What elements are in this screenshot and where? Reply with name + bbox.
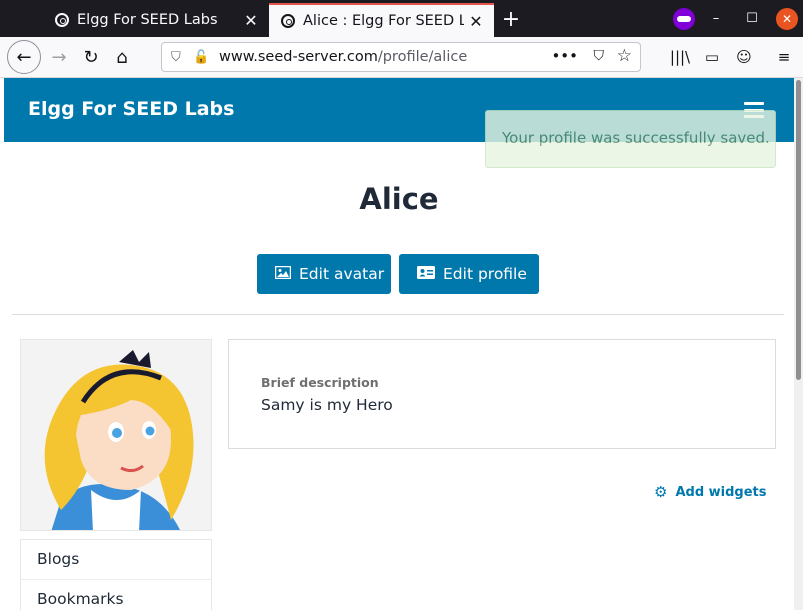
tab-alice-profile[interactable]: Alice : Elgg For SEED Labs ✕ xyxy=(269,3,494,37)
back-button[interactable]: ← xyxy=(7,40,41,74)
edit-profile-label: Edit profile xyxy=(443,265,527,283)
app-menu-icon[interactable]: ≡ xyxy=(774,47,794,67)
tab-title: Alice : Elgg For SEED Labs xyxy=(303,13,464,29)
alice-avatar-image xyxy=(21,340,211,530)
edit-avatar-button[interactable]: Edit avatar xyxy=(257,254,391,294)
url-path: /profile/alice xyxy=(377,49,468,65)
pocket-icon[interactable]: ⛉ xyxy=(594,48,605,64)
account-icon[interactable]: ☺ xyxy=(734,47,754,67)
gear-icon: ⚙ xyxy=(654,483,668,501)
page-actions-icon[interactable]: ••• xyxy=(551,47,578,65)
tab-close-icon[interactable]: ✕ xyxy=(239,11,263,30)
divider xyxy=(12,314,784,315)
edit-avatar-label: Edit avatar xyxy=(299,265,385,283)
url-host: www.seed-server.com xyxy=(219,49,378,65)
home-button[interactable]: ⌂ xyxy=(106,41,138,73)
window-close-button[interactable]: ✕ xyxy=(776,8,798,30)
web-page: Elgg For SEED Labs Your profile was succ… xyxy=(4,78,794,610)
private-browsing-icon xyxy=(673,8,695,30)
id-card-icon xyxy=(417,265,435,283)
site-title[interactable]: Elgg For SEED Labs xyxy=(28,98,234,120)
tab-close-icon[interactable]: ✕ xyxy=(464,12,488,31)
profile-details: Brief description Samy is my Hero xyxy=(228,339,776,449)
minimize-button[interactable]: – xyxy=(705,8,727,30)
menu-item-blogs[interactable]: Blogs xyxy=(21,540,211,580)
elgg-favicon-icon xyxy=(55,13,69,27)
url-text: www.seed-server.com/profile/alice xyxy=(219,49,467,65)
add-widgets-label: Add widgets xyxy=(675,484,767,500)
brief-description-label: Brief description xyxy=(261,375,379,390)
url-bar[interactable]: ⛉ 🔓 www.seed-server.com/profile/alice ••… xyxy=(161,42,641,72)
profile-avatar[interactable] xyxy=(20,339,212,531)
image-icon xyxy=(274,265,292,283)
add-widgets-link[interactable]: ⚙ Add widgets xyxy=(654,483,767,501)
sidebar-icon[interactable]: ▭ xyxy=(702,47,722,67)
edit-profile-button[interactable]: Edit profile xyxy=(399,254,539,294)
scrollbar-thumb[interactable] xyxy=(796,80,801,380)
forward-button[interactable]: → xyxy=(43,41,75,73)
reload-button[interactable]: ↻ xyxy=(75,41,107,73)
bookmark-star-icon[interactable]: ☆ xyxy=(617,46,632,66)
tracking-protection-shield-icon[interactable]: ⛉ xyxy=(171,50,187,65)
menu-item-bookmarks[interactable]: Bookmarks xyxy=(21,580,211,610)
tab-title: Elgg For SEED Labs xyxy=(77,12,218,28)
profile-name: Alice xyxy=(359,182,439,216)
tab-strip: Elgg For SEED Labs ✕ Alice : Elgg For SE… xyxy=(0,0,803,37)
insecure-connection-icon[interactable]: 🔓 xyxy=(193,50,211,65)
owner-menu: Blogs Bookmarks xyxy=(20,539,212,610)
new-tab-button[interactable]: + xyxy=(499,6,523,34)
success-message[interactable]: Your profile was successfully saved. xyxy=(485,110,776,168)
brief-description-value: Samy is my Hero xyxy=(261,396,393,414)
elgg-favicon-icon xyxy=(281,14,295,28)
library-icon[interactable]: |||\ xyxy=(670,47,690,67)
navigation-toolbar: ← → ↻ ⌂ ⛉ 🔓 www.seed-server.com/profile/… xyxy=(0,37,803,78)
maximize-button[interactable]: ☐ xyxy=(741,8,763,30)
page-scrollbar[interactable] xyxy=(794,78,803,610)
tab-elgg-home[interactable]: Elgg For SEED Labs ✕ xyxy=(43,3,269,37)
